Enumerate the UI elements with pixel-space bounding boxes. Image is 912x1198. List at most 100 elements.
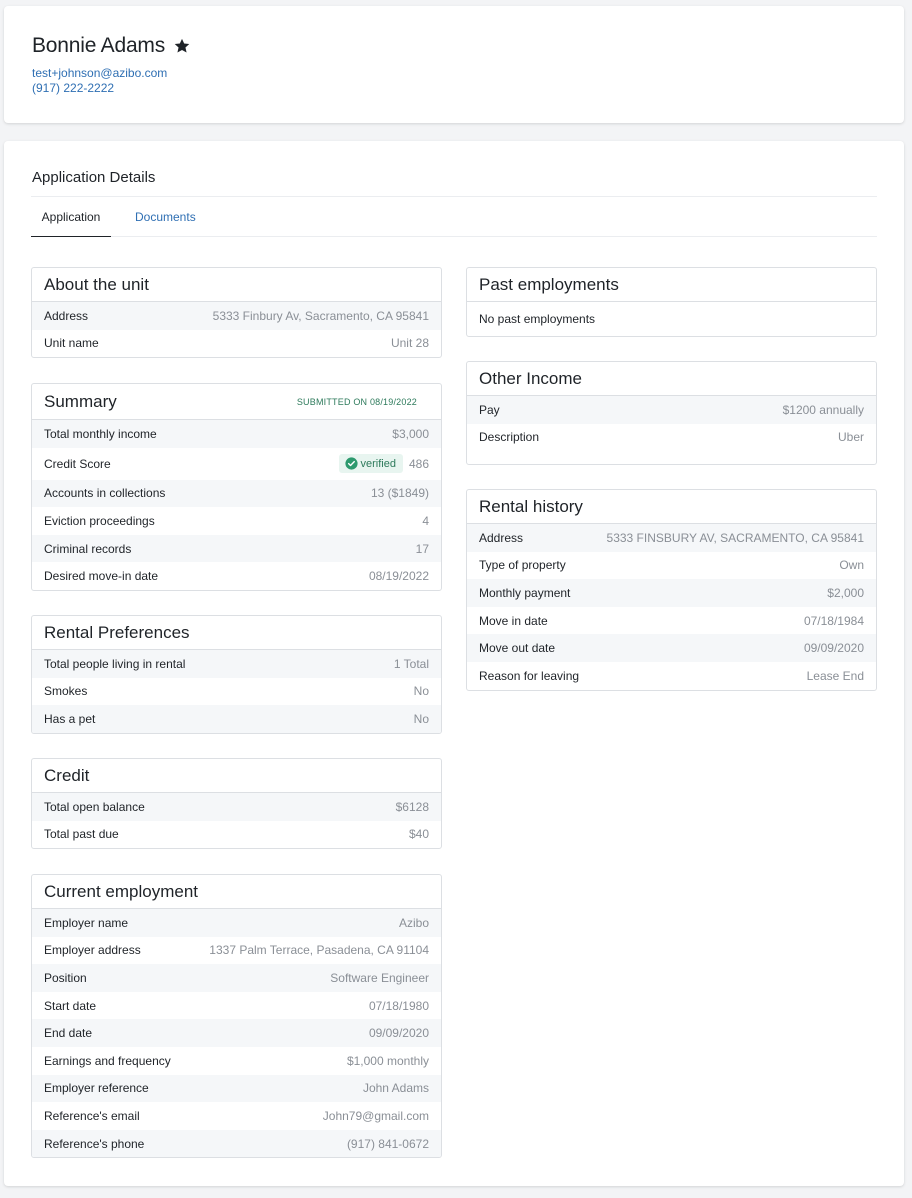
row-label: Employer name: [44, 915, 129, 930]
info-row: Position Software Engineer: [32, 964, 441, 992]
row-value: No: [413, 711, 429, 726]
name-row: Bonnie Adams: [32, 34, 191, 58]
info-row: Start date 07/18/1980: [32, 992, 441, 1020]
info-row: Has a pet No: [32, 705, 441, 733]
panel-title: Credit: [44, 765, 90, 785]
row-label: Total open balance: [44, 799, 145, 814]
row-value: 17: [415, 541, 429, 556]
row-value: 13 ($1849): [370, 486, 429, 501]
row-label: Monthly payment: [479, 585, 571, 600]
applicant-name: Bonnie Adams: [32, 34, 166, 57]
other-income-rows: Pay $1200 annually Description Uber: [467, 396, 876, 451]
about-unit-panel: About the unit Address 5333 Finbury Av, S…: [31, 267, 442, 359]
info-row: Reason for leaving Lease End: [467, 662, 876, 690]
info-row: Total monthly income $3,000: [32, 420, 441, 448]
row-value: Own: [839, 558, 864, 573]
info-row: Unit name Unit 28: [32, 330, 441, 358]
current-employment-rows: Employer name Azibo Employer address 1337 …: [32, 909, 441, 1158]
info-row: Monthly payment $2,000: [467, 579, 876, 607]
row-value: 07/18/1980: [368, 998, 429, 1013]
row-label: Unit name: [44, 336, 99, 351]
row-label: Address: [479, 530, 524, 545]
current-employment-panel: Current employment Employer name Azibo Em…: [31, 874, 442, 1159]
row-value: $3,000: [392, 426, 429, 441]
tab-bar: Application Documents: [31, 197, 877, 237]
row-label: Smokes: [44, 684, 88, 699]
row-value: Unit 28: [390, 336, 429, 351]
row-value: No: [413, 684, 429, 699]
row-value: $1,000 monthly: [346, 1053, 429, 1068]
row-value: (917) 841-0672: [346, 1136, 429, 1151]
info-row: Credit Score verified 486: [32, 448, 441, 480]
credit-score-group: verified 486: [338, 454, 429, 474]
rental-preferences-rows: Total people living in rental 1 Total Smo…: [32, 650, 441, 733]
panel-title: Past employments: [479, 274, 619, 294]
check-circle-icon: [344, 457, 358, 470]
row-label: Has a pet: [44, 711, 96, 726]
row-label: Pay: [479, 402, 500, 417]
row-label: Reference's email: [44, 1108, 140, 1123]
tab-documents[interactable]: Documents: [125, 197, 206, 237]
row-value: 1 Total: [393, 656, 429, 671]
verified-label: verified: [360, 457, 396, 470]
info-row: Total open balance $6128: [32, 793, 441, 821]
info-row: Total past due $40: [32, 821, 441, 849]
panel-title: Other Income: [479, 368, 582, 388]
row-label: Criminal records: [44, 541, 132, 556]
info-row: Total people living in rental 1 Total: [32, 650, 441, 678]
row-value: $2,000: [827, 585, 864, 600]
row-value: Uber: [837, 430, 864, 445]
rental-history-rows: Address 5333 FINSBURY AV, SACRAMENTO, CA …: [467, 524, 876, 690]
submitted-date: SUBMITTED ON 08/19/2022: [296, 396, 417, 407]
profile-header-card: Bonnie Adams test+johnson@azibo.com (917…: [4, 6, 904, 123]
tab-application[interactable]: Application: [31, 197, 111, 237]
application-details-card: Application Details Application Document…: [4, 141, 904, 1186]
row-label: Type of property: [479, 558, 566, 573]
row-value: $6128: [395, 799, 429, 814]
row-value: Software Engineer: [330, 970, 429, 985]
row-value: 5333 Finbury Av, Sacramento, CA 95841: [212, 308, 429, 323]
info-row: Smokes No: [32, 678, 441, 706]
info-row: Move in date 07/18/1984: [467, 607, 876, 635]
row-value: John Adams: [362, 1081, 429, 1096]
info-row: Move out date 09/09/2020: [467, 634, 876, 662]
info-row: Eviction proceedings 4: [32, 507, 441, 535]
row-label: Reason for leaving: [479, 668, 580, 683]
email-link[interactable]: test+johnson@azibo.com: [32, 66, 167, 80]
row-label: Desired move-in date: [44, 569, 159, 584]
row-label: Address: [44, 308, 89, 323]
row-label: Start date: [44, 998, 97, 1013]
info-row: Employer address 1337 Palm Terrace, Pasad…: [32, 937, 441, 965]
row-label: Employer reference: [44, 1081, 149, 1096]
row-label: Total past due: [44, 827, 119, 842]
empty-message: No past employments: [479, 312, 596, 326]
row-value: $1200 annually: [782, 402, 864, 417]
info-row: Criminal records 17: [32, 534, 441, 563]
rental-preferences-panel: Rental Preferences Total people living i…: [31, 615, 442, 734]
row-value: 486: [408, 456, 429, 471]
row-label: Eviction proceedings: [44, 513, 155, 528]
row-value: $40: [408, 827, 429, 842]
info-row: Pay $1200 annually: [467, 396, 876, 424]
row-label: End date: [44, 1026, 93, 1041]
info-row: Earnings and frequency $1,000 monthly: [32, 1047, 441, 1075]
row-value: John79@gmail.com: [322, 1108, 429, 1123]
credit-panel: Credit Total open balance $6128 Total pas…: [31, 758, 442, 850]
row-label: Reference's phone: [44, 1136, 145, 1151]
star-icon[interactable]: [173, 37, 191, 55]
verified-badge: verified: [338, 454, 403, 474]
row-label: Earnings and frequency: [44, 1053, 171, 1068]
row-label: Credit Score: [44, 456, 111, 471]
row-value: Azibo: [398, 915, 429, 930]
phone-link[interactable]: (917) 222-2222: [32, 81, 114, 95]
row-label: Total people living in rental: [44, 656, 186, 671]
about-unit-rows: Address 5333 Finbury Av, Sacramento, CA 9…: [32, 302, 441, 357]
info-row: Desired move-in date 08/19/2022: [32, 562, 441, 590]
info-row: Employer reference John Adams: [32, 1074, 441, 1103]
panel-title: Rental history: [479, 496, 583, 516]
panel-title: Summary: [44, 391, 117, 411]
row-label: Move out date: [479, 641, 556, 656]
row-label: Position: [44, 970, 87, 985]
info-row: Reference's phone (917) 841-0672: [32, 1129, 441, 1158]
rental-history-panel: Rental history Address 5333 FINSBURY AV, …: [466, 489, 877, 691]
